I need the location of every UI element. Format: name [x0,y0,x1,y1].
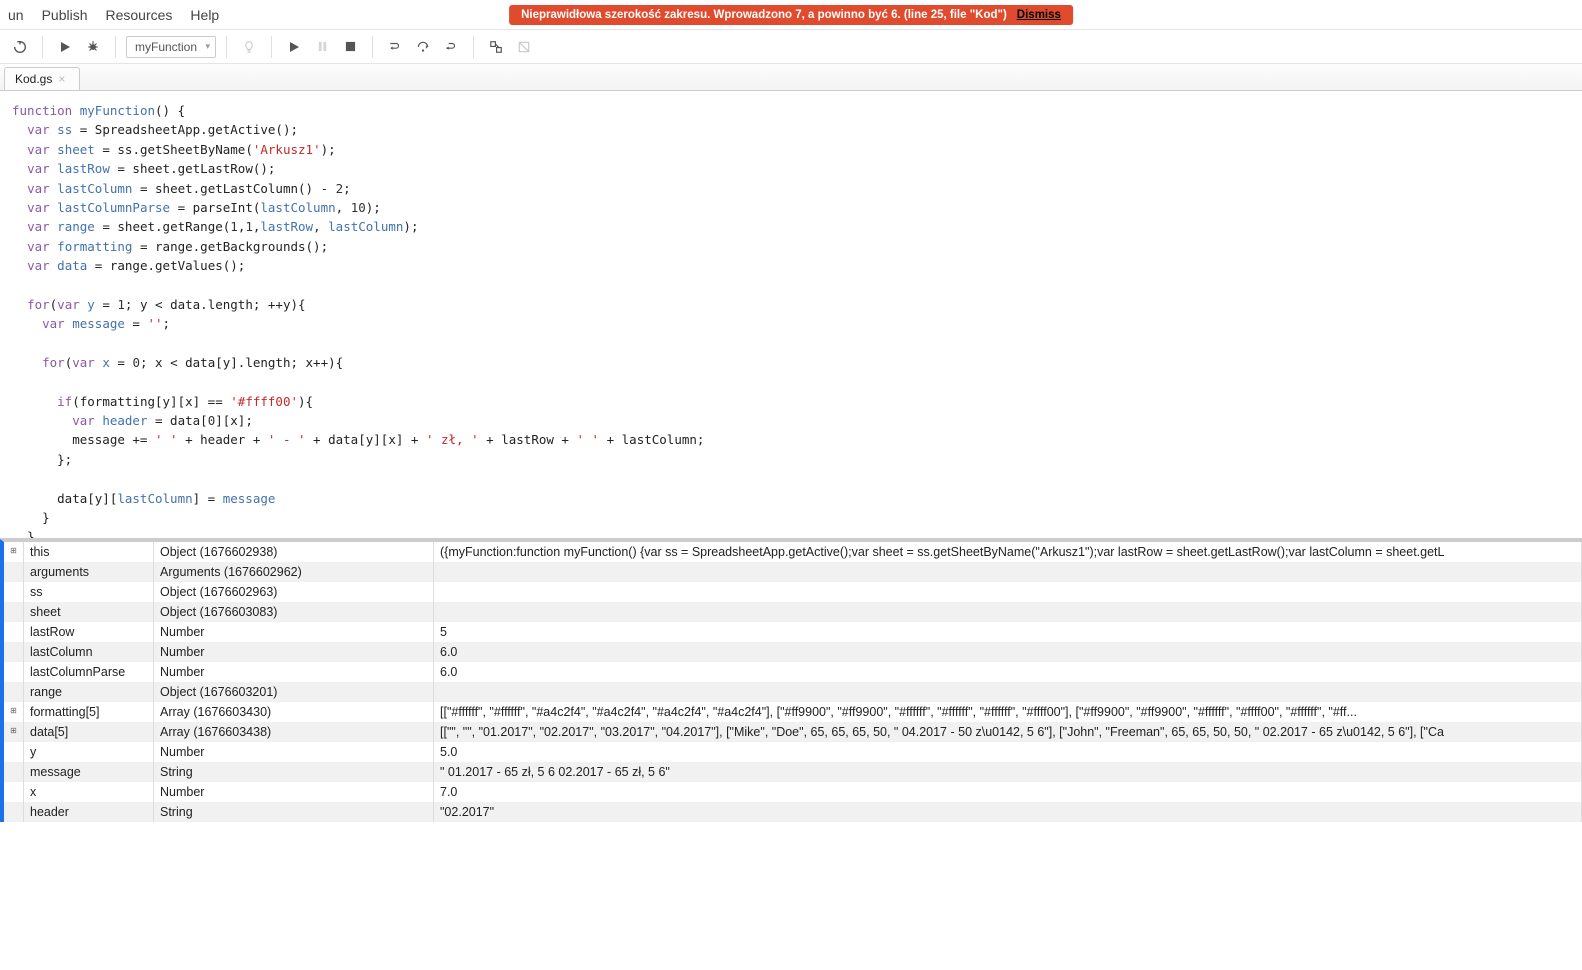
var-name: ss [24,582,154,602]
menu-resources[interactable]: Resources [106,7,173,23]
var-name: this [24,542,154,562]
expand-icon [4,602,24,622]
var-type: String [154,762,434,782]
expand-icon [4,562,24,582]
var-type: Number [154,622,434,642]
var-type: Object (1676603083) [154,602,434,622]
var-type: Arguments (1676602962) [154,562,434,582]
breakpoints-icon [489,40,503,54]
var-value: [["#ffffff", "#ffffff", "#a4c2f4", "#a4c… [434,702,1582,722]
var-name: formatting[5] [24,702,154,722]
function-dropdown[interactable]: myFunction [126,36,216,58]
var-value [434,582,1582,602]
var-name: header [24,802,154,822]
undo-icon [12,39,28,55]
menu-run[interactable]: un [8,7,24,23]
var-name: y [24,742,154,762]
var-name: data[5] [24,722,154,742]
tab-label: Kod.gs [15,72,52,86]
var-value [434,682,1582,702]
var-value: "02.2017" [434,802,1582,822]
breakpoints-button[interactable] [484,35,508,59]
expand-icon[interactable]: ⊞ [4,542,24,562]
play-icon [288,41,300,53]
expand-icon [4,782,24,802]
expand-icon [4,682,24,702]
var-value: 5 [434,622,1582,642]
run-button[interactable] [53,35,77,59]
var-type: Number [154,742,434,762]
expand-icon[interactable]: ⊞ [4,702,24,722]
pause-icon [317,41,328,52]
expand-icon [4,582,24,602]
expand-icon [4,622,24,642]
expand-icon [4,802,24,822]
var-type: Array (1676603438) [154,722,434,742]
var-name: range [24,682,154,702]
var-type: Number [154,662,434,682]
tab-kod[interactable]: Kod.gs × [4,67,80,90]
step-over-icon [416,40,430,54]
var-value: 6.0 [434,662,1582,682]
expand-icon [4,742,24,762]
hint-button[interactable] [237,35,261,59]
var-value: 7.0 [434,782,1582,802]
var-name: lastColumn [24,642,154,662]
var-name: message [24,762,154,782]
var-value [434,602,1582,622]
var-value [434,562,1582,582]
var-value: " 01.2017 - 65 zł, 5 6 02.2017 - 65 zł, … [434,762,1582,782]
debug-stop-button[interactable] [338,35,362,59]
var-type: Array (1676603430) [154,702,434,722]
step-into-icon [388,40,402,54]
var-value: ({myFunction:function myFunction() {var … [434,542,1582,562]
step-over-button[interactable] [411,35,435,59]
undo-button[interactable] [8,35,32,59]
var-name: sheet [24,602,154,622]
debug-button[interactable] [81,35,105,59]
var-name: lastRow [24,622,154,642]
var-name: x [24,782,154,802]
var-value: [["", "", "01.2017", "02.2017", "03.2017… [434,722,1582,742]
error-banner: Nieprawidłowa szerokość zakresu. Wprowad… [509,5,1073,25]
debugger-panel: ⊞thisObject (1676602938)({myFunction:fun… [0,539,1582,822]
function-selected: myFunction [135,40,197,54]
bug-icon [86,40,100,54]
step-out-icon [444,40,458,54]
var-type: Number [154,782,434,802]
step-into-button[interactable] [383,35,407,59]
var-type: Object (1676602963) [154,582,434,602]
menu-help[interactable]: Help [190,7,219,23]
menu-bar: un Publish Resources Help Nieprawidłowa … [0,0,1582,30]
expand-icon[interactable]: ⊞ [4,722,24,742]
var-name: arguments [24,562,154,582]
expand-icon [4,642,24,662]
dismiss-link[interactable]: Dismiss [1017,9,1061,21]
var-value: 5.0 [434,742,1582,762]
clear-breakpoints-button[interactable] [512,35,536,59]
stop-icon [345,41,356,52]
debug-pause-button[interactable] [310,35,334,59]
var-value: 6.0 [434,642,1582,662]
toolbar: myFunction [0,30,1582,64]
file-tabs: Kod.gs × [0,64,1582,91]
expand-icon [4,662,24,682]
close-icon[interactable]: × [58,72,65,86]
expand-icon [4,762,24,782]
error-message: Nieprawidłowa szerokość zakresu. Wprowad… [521,9,1007,21]
clear-icon [517,40,531,54]
lightbulb-icon [242,40,256,54]
play-icon [59,41,71,53]
step-out-button[interactable] [439,35,463,59]
var-type: Object (1676603201) [154,682,434,702]
var-type: String [154,802,434,822]
debug-continue-button[interactable] [282,35,306,59]
var-name: lastColumnParse [24,662,154,682]
var-type: Number [154,642,434,662]
code-editor[interactable]: function myFunction() { var ss = Spreads… [0,91,1582,539]
menu-publish[interactable]: Publish [42,7,88,23]
var-type: Object (1676602938) [154,542,434,562]
